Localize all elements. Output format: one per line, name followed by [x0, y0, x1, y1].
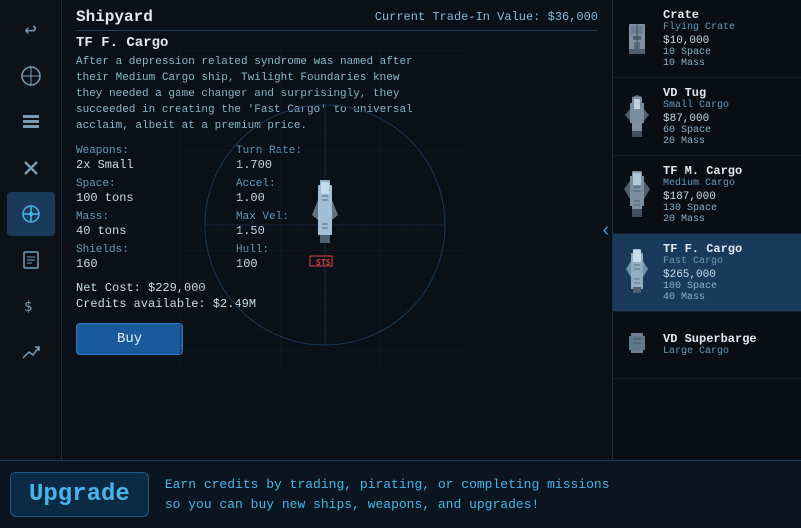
ship-list-item-tf-f-cargo[interactable]: TF F. Cargo Fast Cargo $265,000 100 Spac…: [613, 234, 801, 312]
shields-stat: Shields: 160: [76, 244, 236, 271]
tf-m-cargo-price: $187,000: [663, 191, 795, 203]
scroll-left-arrow[interactable]: ‹: [600, 220, 612, 243]
upgrade-label[interactable]: Upgrade: [10, 472, 149, 517]
accel-value: 1.00: [236, 191, 396, 205]
page-title: Shipyard: [76, 8, 153, 26]
ship-name: TF F. Cargo: [76, 35, 598, 51]
turn-rate-stat: Turn Rate: 1.700: [236, 145, 396, 172]
vd-superbarge-type: Large Cargo: [663, 346, 795, 357]
hull-stat: Hull: 100: [236, 244, 396, 271]
max-vel-value: 1.50: [236, 224, 396, 238]
map-icon: [20, 65, 42, 87]
trade-icon: $: [21, 296, 41, 316]
space-label: Space:: [76, 178, 236, 190]
vd-superbarge-info: VD Superbarge Large Cargo: [663, 332, 795, 359]
tf-m-cargo-type: Medium Cargo: [663, 178, 795, 189]
vd-tug-name: VD Tug: [663, 86, 795, 100]
main-panel: Shipyard Current Trade-In Value: $36,000…: [62, 0, 612, 460]
accel-label: Accel:: [236, 178, 396, 190]
mass-value: 40 tons: [76, 224, 236, 238]
trade-value: Current Trade-In Value: $36,000: [375, 10, 598, 24]
weapons-value: 2x Small: [76, 158, 236, 172]
crate-name: Crate: [663, 8, 795, 22]
tf-m-cargo-stats: 130 Space20 Mass: [663, 203, 795, 225]
sidebar-item-back[interactable]: ↩: [7, 8, 55, 52]
sidebar-item-stats[interactable]: [7, 330, 55, 374]
tf-f-cargo-ship-icon: [619, 248, 655, 298]
svg-text:$: $: [24, 299, 32, 315]
tf-f-cargo-stats: 100 Space40 Mass: [663, 281, 795, 303]
tf-f-cargo-name: TF F. Cargo: [663, 242, 795, 256]
ship-list-item-vd-tug[interactable]: VD Tug Small Cargo $87,000 60 Space20 Ma…: [613, 78, 801, 156]
ship-icon: [20, 203, 42, 225]
cost-section: Net Cost: $229,000 Credits available: $2…: [76, 281, 598, 311]
ship-list-item-tf-m-cargo[interactable]: TF M. Cargo Medium Cargo $187,000 130 Sp…: [613, 156, 801, 234]
tools-icon: [21, 158, 41, 178]
vd-tug-info: VD Tug Small Cargo $87,000 60 Space20 Ma…: [663, 86, 795, 147]
ship-list-item-crate[interactable]: Crate Flying Crate $10,000 10 Space10 Ma…: [613, 0, 801, 78]
max-vel-stat: Max Vel: 1.50: [236, 211, 396, 238]
shipyard-header: Shipyard Current Trade-In Value: $36,000: [76, 8, 598, 31]
upgrade-text-line1: Earn credits by trading, pirating, or co…: [165, 477, 610, 492]
weapons-label: Weapons:: [76, 145, 236, 157]
hull-value: 100: [236, 257, 396, 271]
ship-list-item-vd-superbarge[interactable]: VD Superbarge Large Cargo: [613, 312, 801, 379]
net-cost: Net Cost: $229,000: [76, 281, 598, 295]
inventory-icon: [21, 112, 41, 132]
upgrade-text-line2: so you can buy new ships, weapons, and u…: [165, 497, 539, 512]
sidebar-item-inventory[interactable]: [7, 100, 55, 144]
vd-tug-ship-icon: [619, 92, 655, 142]
ship-description: After a depression related syndrome was …: [76, 55, 416, 135]
crate-price: $10,000: [663, 35, 795, 47]
buy-button[interactable]: Buy: [76, 323, 183, 355]
stats-icon: [21, 342, 41, 362]
accel-stat: Accel: 1.00: [236, 178, 396, 205]
turn-rate-label: Turn Rate:: [236, 145, 396, 157]
sidebar-item-trade[interactable]: $: [7, 284, 55, 328]
tf-f-cargo-type: Fast Cargo: [663, 256, 795, 267]
crate-info: Crate Flying Crate $10,000 10 Space10 Ma…: [663, 8, 795, 69]
shields-label: Shields:: [76, 244, 236, 256]
vd-tug-type: Small Cargo: [663, 100, 795, 111]
upgrade-bar: Upgrade Earn credits by trading, piratin…: [0, 460, 801, 528]
upgrade-text: Earn credits by trading, pirating, or co…: [165, 475, 610, 514]
tf-f-cargo-price: $265,000: [663, 269, 795, 281]
weapons-stat: Weapons: 2x Small: [76, 145, 236, 172]
max-vel-label: Max Vel:: [236, 211, 396, 223]
tf-m-cargo-info: TF M. Cargo Medium Cargo $187,000 130 Sp…: [663, 164, 795, 225]
tf-m-cargo-ship-icon: [619, 170, 655, 220]
space-value: 100 tons: [76, 191, 236, 205]
stats-grid: Weapons: 2x Small Turn Rate: 1.700 Space…: [76, 145, 598, 271]
sidebar-item-missions[interactable]: [7, 238, 55, 282]
vd-tug-price: $87,000: [663, 113, 795, 125]
sidebar-item-ship[interactable]: [7, 192, 55, 236]
sidebar-item-tools[interactable]: [7, 146, 55, 190]
space-stat: Space: 100 tons: [76, 178, 236, 205]
ship-list-panel: Crate Flying Crate $10,000 10 Space10 Ma…: [612, 0, 801, 460]
vd-superbarge-name: VD Superbarge: [663, 332, 795, 346]
tf-f-cargo-info: TF F. Cargo Fast Cargo $265,000 100 Spac…: [663, 242, 795, 303]
mass-stat: Mass: 40 tons: [76, 211, 236, 238]
turn-rate-value: 1.700: [236, 158, 396, 172]
shields-value: 160: [76, 257, 236, 271]
tf-m-cargo-name: TF M. Cargo: [663, 164, 795, 178]
crate-stats: 10 Space10 Mass: [663, 47, 795, 69]
crate-ship-icon: [619, 14, 655, 64]
vd-superbarge-ship-icon: [619, 320, 655, 370]
crate-type: Flying Crate: [663, 22, 795, 33]
sidebar-item-map[interactable]: [7, 54, 55, 98]
mass-label: Mass:: [76, 211, 236, 223]
sidebar: ↩: [0, 0, 62, 528]
hull-label: Hull:: [236, 244, 396, 256]
credits-available: Credits available: $2.49M: [76, 297, 598, 311]
missions-icon: [21, 250, 41, 270]
vd-tug-stats: 60 Space20 Mass: [663, 125, 795, 147]
